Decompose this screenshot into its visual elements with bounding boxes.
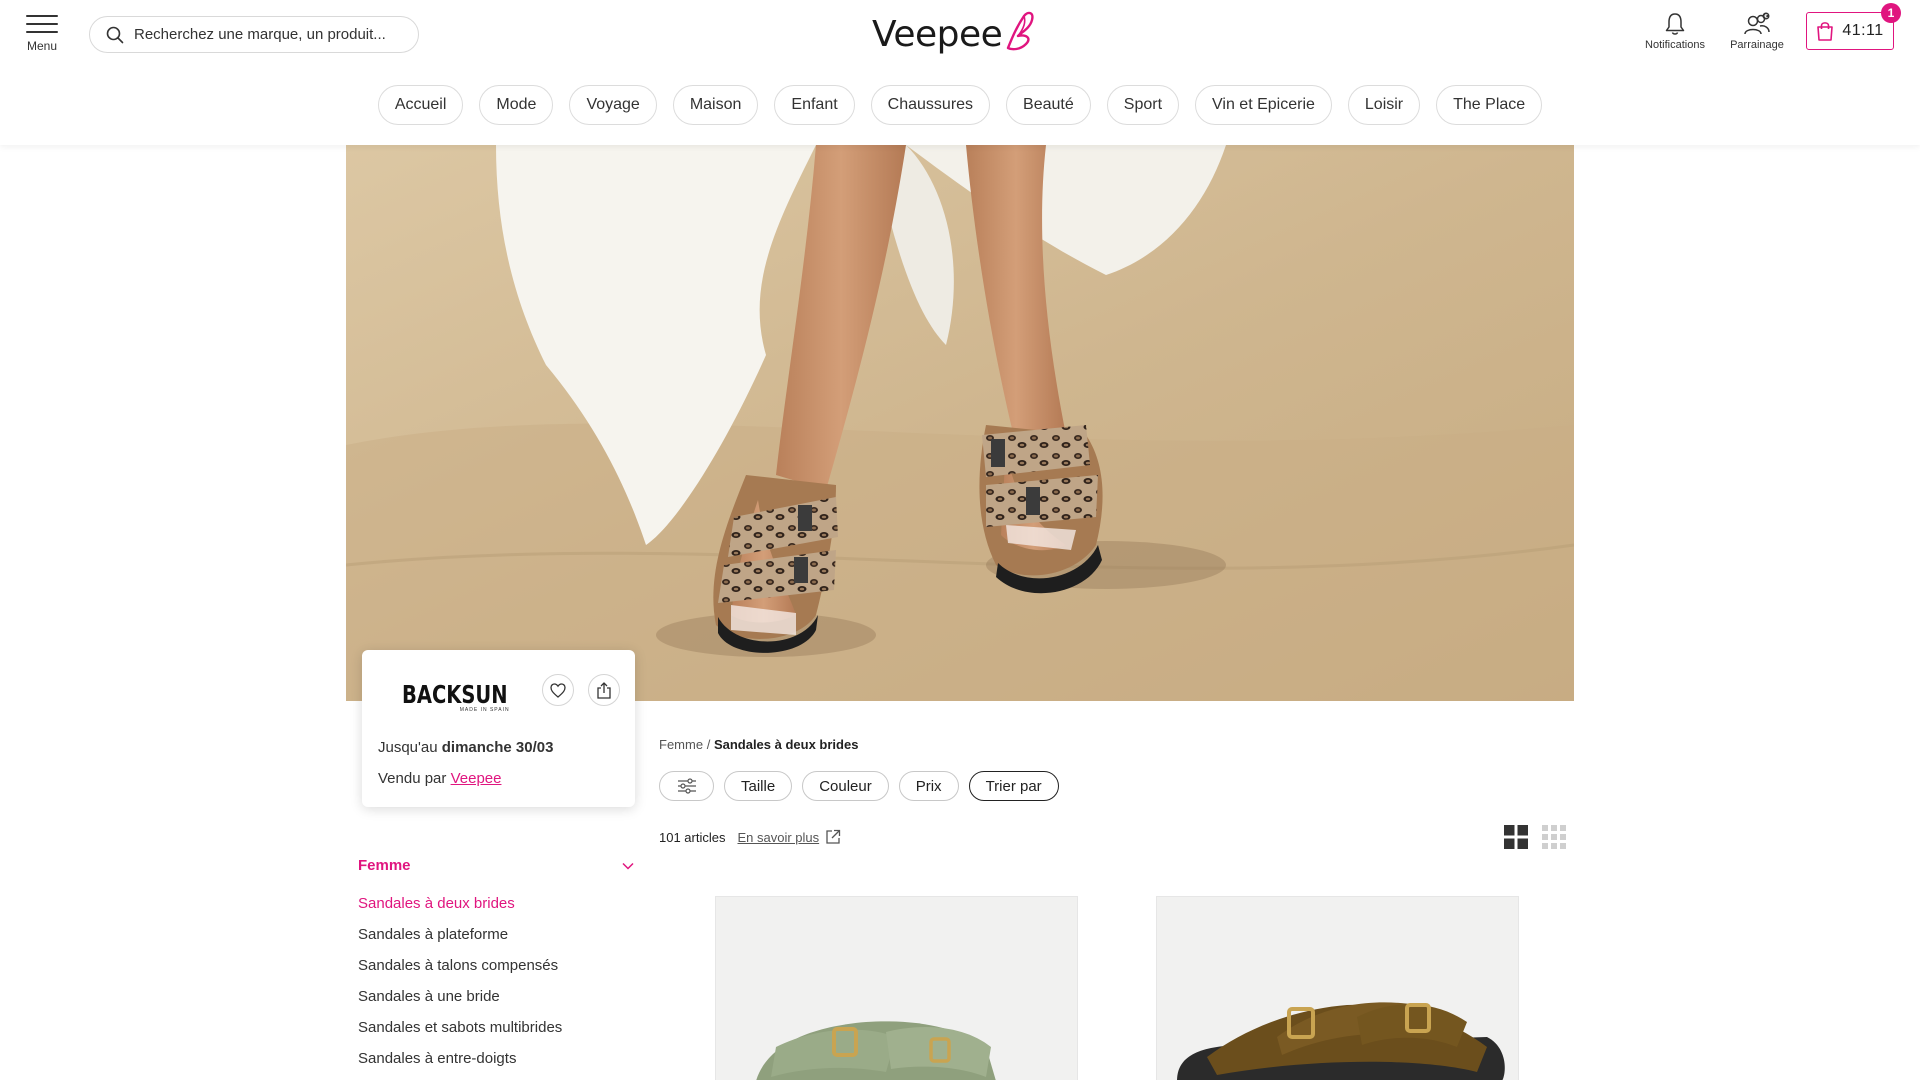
cart-count-badge: 1: [1881, 3, 1901, 23]
share-button[interactable]: [588, 674, 620, 706]
filter-taille[interactable]: Taille: [724, 771, 793, 801]
filter-couleur[interactable]: Couleur: [802, 771, 889, 801]
results-info: 101 articles En savoir plus: [659, 829, 841, 845]
sidebar-item[interactable]: Sandales à entre-doigts: [358, 1050, 562, 1081]
nav-pill-accueil[interactable]: Accueil: [377, 85, 464, 125]
sidebar-item[interactable]: Sandales à plateforme: [358, 926, 562, 957]
external-link-icon: [826, 829, 841, 844]
sale-end-prefix: Jusqu'au: [378, 739, 438, 756]
brand-card: BACKSUN MADE IN SPAIN Jusqu'au dimanche …: [362, 650, 635, 807]
sliders-icon: [677, 778, 696, 794]
learn-more-link[interactable]: En savoir plus: [737, 829, 841, 845]
referral-icon: €: [1744, 12, 1770, 35]
seller-prefix: Vendu par: [378, 770, 447, 787]
product-card[interactable]: [715, 896, 1078, 1080]
seller-link[interactable]: Veepee: [451, 770, 502, 787]
referral-label: Parrainage: [1730, 39, 1784, 51]
cart-timer: 41:11: [1842, 22, 1884, 39]
sale-end-date: Jusqu'au dimanche 30/03: [378, 739, 553, 756]
nav-pill-mode[interactable]: Mode: [479, 85, 554, 125]
product-image-green-sandal: [716, 897, 1077, 1080]
filter-trier-par[interactable]: Trier par: [968, 771, 1059, 801]
svg-text:€: €: [1763, 14, 1768, 20]
nav-pill-voyage[interactable]: Voyage: [569, 85, 657, 125]
nav-pill-chaussures[interactable]: Chaussures: [870, 85, 991, 125]
seller-info: Vendu par Veepee: [378, 770, 501, 787]
filter-bar: Taille Couleur Prix Trier par: [659, 771, 1059, 801]
cart-button[interactable]: 41:11 1: [1806, 3, 1901, 50]
filter-prix[interactable]: Prix: [898, 771, 959, 801]
brand-logo[interactable]: BACKSUN MADE IN SPAIN: [402, 680, 537, 713]
veepee-logo[interactable]: Veepee: [872, 8, 1038, 58]
nav-pill-vin-et-epicerie[interactable]: Vin et Epicerie: [1195, 85, 1332, 125]
menu-button[interactable]: Menu: [24, 15, 60, 53]
nav-pill-enfant[interactable]: Enfant: [774, 85, 855, 125]
breadcrumb: Femme / Sandales à deux brides: [659, 737, 858, 752]
category-nav: Accueil Mode Voyage Maison Enfant Chaussures B…: [0, 85, 1920, 125]
referral-button[interactable]: € Parrainage: [1716, 12, 1798, 51]
nav-pill-sport[interactable]: Sport: [1106, 85, 1180, 125]
breadcrumb-current: Sandales à deux brides: [713, 737, 859, 752]
grid-large-view-icon[interactable]: [1504, 825, 1528, 849]
breadcrumb-separator: /: [706, 737, 711, 752]
shopping-bag-icon: [1817, 22, 1834, 41]
sidebar-subcategory-list: Sandales à deux brides Sandales à platefo…: [358, 895, 562, 1081]
learn-more-label: En savoir plus: [737, 829, 820, 845]
sidebar-category-label: Femme: [358, 857, 411, 874]
product-card[interactable]: [1156, 896, 1519, 1080]
search-icon: [106, 26, 124, 43]
sidebar-item[interactable]: Sandales à talons compensés: [358, 957, 562, 988]
breadcrumb-parent[interactable]: Femme: [659, 737, 703, 752]
sidebar-item[interactable]: Sandales et sabots multibrides: [358, 1019, 562, 1050]
hamburger-icon: [24, 15, 60, 33]
hero-illustration: [346, 145, 1574, 701]
filter-settings-button[interactable]: [659, 771, 714, 801]
butterfly-icon: [1007, 11, 1034, 51]
view-switcher: [1504, 825, 1566, 849]
search-bar[interactable]: [89, 16, 419, 53]
nav-pill-beaute[interactable]: Beauté: [1006, 85, 1091, 125]
nav-pill-maison[interactable]: Maison: [672, 85, 759, 125]
product-image-brown-sandal: [1157, 897, 1518, 1080]
site-header: Menu Veepee Notifications: [0, 0, 1920, 145]
logo-text: Veepee: [872, 14, 1003, 55]
notifications-button[interactable]: Notifications: [1634, 12, 1716, 51]
share-icon: [597, 681, 611, 699]
heart-icon: [550, 682, 566, 698]
search-input[interactable]: [134, 26, 394, 43]
sale-end-value: dimanche 30/03: [441, 739, 554, 756]
sidebar-item[interactable]: Sandales à deux brides: [358, 895, 562, 926]
grid-small-view-icon[interactable]: [1542, 825, 1566, 849]
menu-label: Menu: [26, 39, 58, 53]
notifications-label: Notifications: [1645, 39, 1705, 51]
chevron-down-icon: [622, 862, 634, 870]
sidebar-category-toggle[interactable]: Femme: [358, 857, 634, 874]
brand-logo-text: BACKSUN: [402, 680, 508, 709]
hero-banner-image: [346, 145, 1574, 701]
bell-icon: [1665, 13, 1685, 35]
favorite-button[interactable]: [542, 674, 574, 706]
sidebar-item[interactable]: Sandales à une bride: [358, 988, 562, 1019]
nav-pill-the-place[interactable]: The Place: [1436, 85, 1543, 125]
results-count: 101 articles: [659, 829, 726, 845]
nav-pill-loisir[interactable]: Loisir: [1347, 85, 1421, 125]
